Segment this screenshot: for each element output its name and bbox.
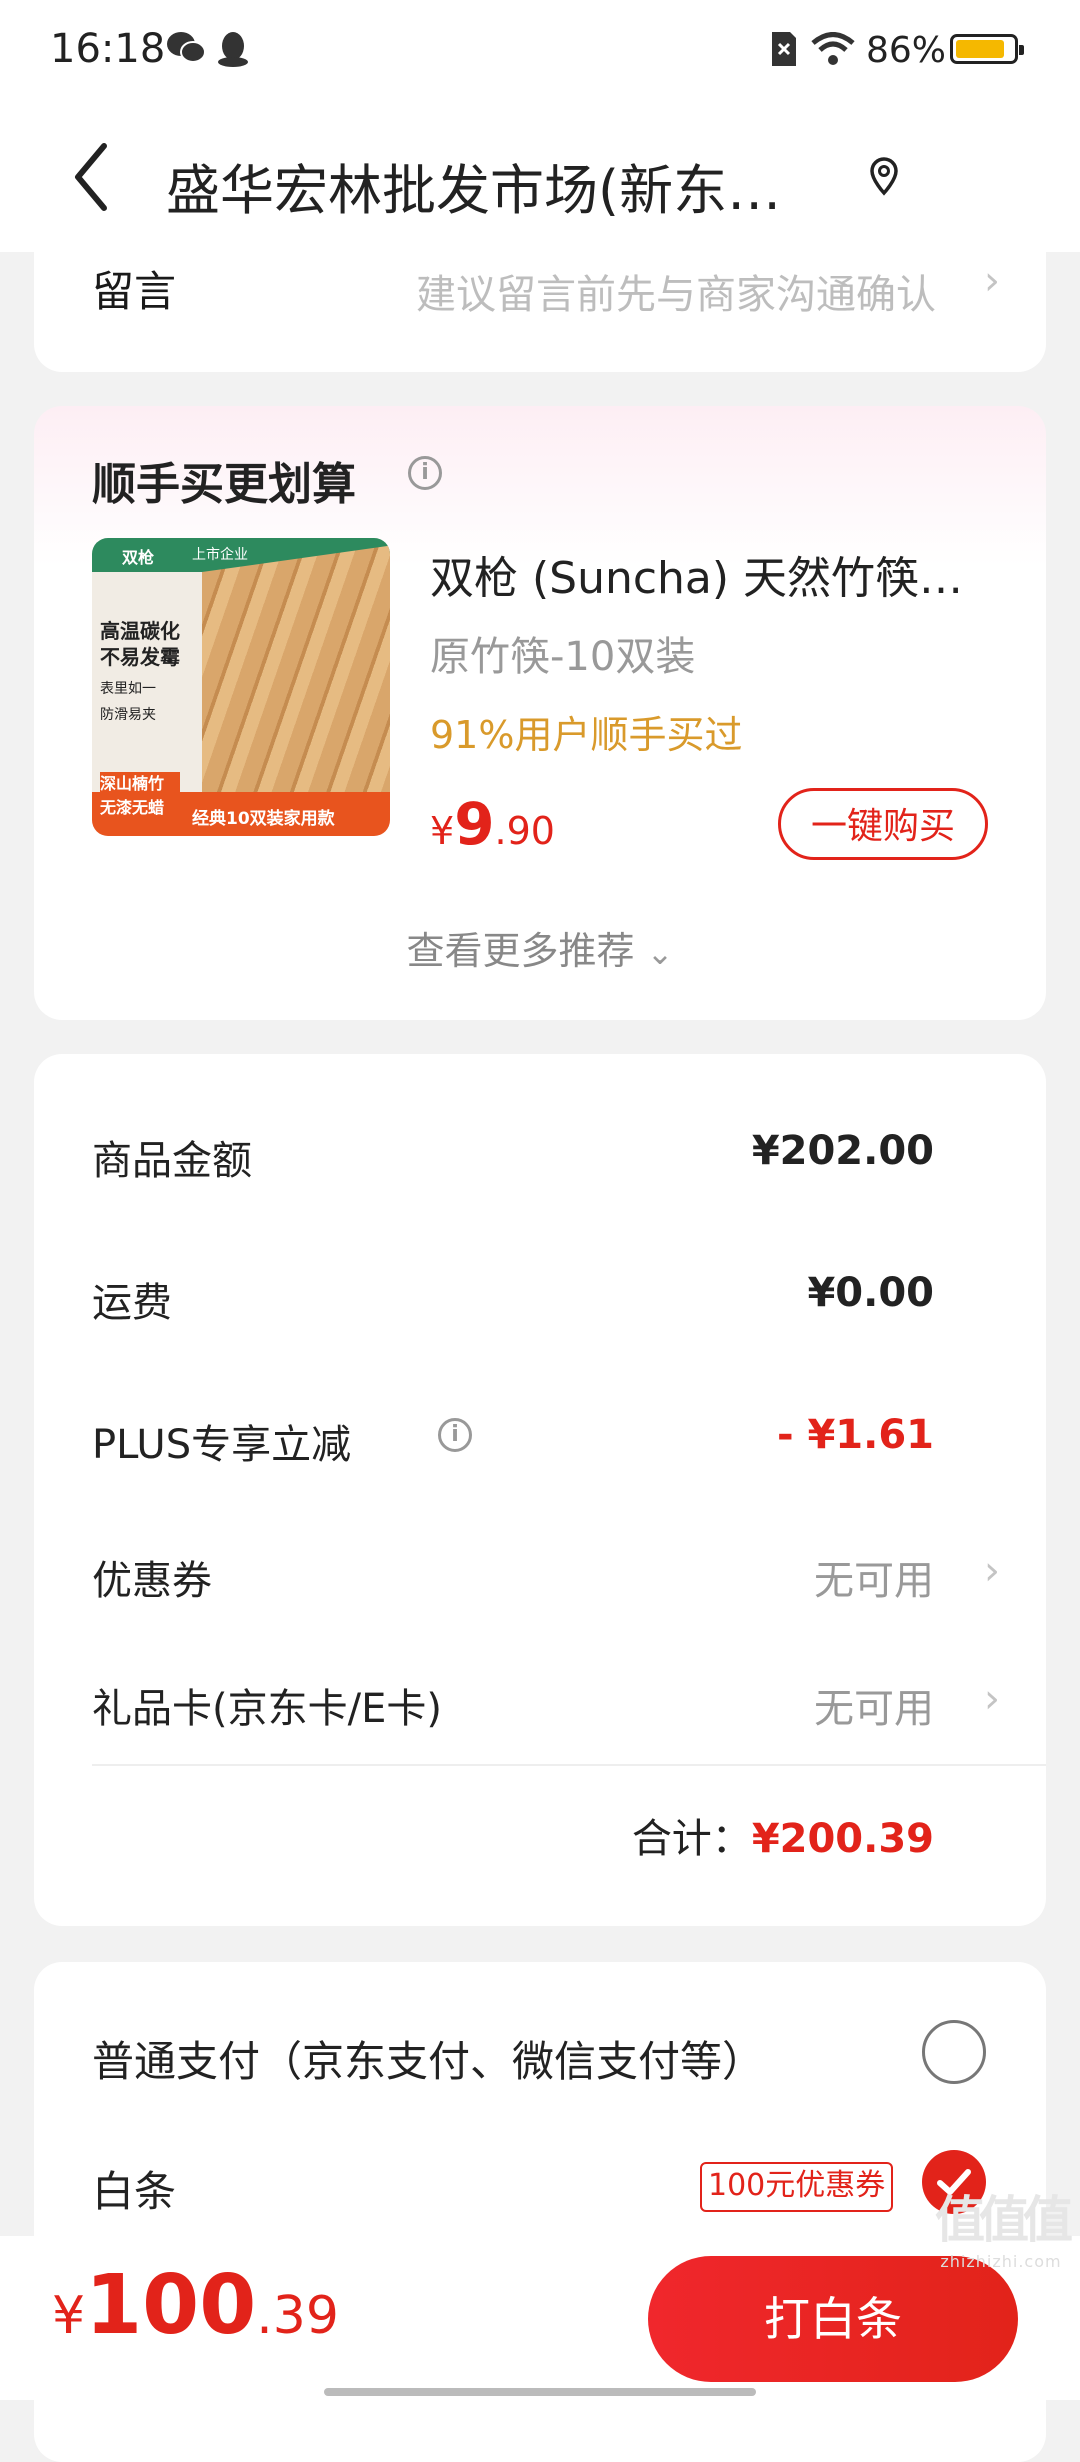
final-price-dec: .39 — [256, 2286, 339, 2346]
fee-value: 无可用 — [814, 1686, 934, 1732]
fee-label: 礼品卡(京东卡/E卡) — [92, 1686, 442, 1732]
watermark-main: 值值值 — [935, 2191, 1073, 2249]
chevron-right-icon: › — [984, 1548, 1000, 1594]
fee-row-goods: 商品金额 ¥202.00 — [92, 1128, 934, 1188]
fee-card: 商品金额 ¥202.00 运费 ¥0.00 PLUS专享立减 i - ¥1.61… — [34, 1054, 1046, 1926]
image-badge2: 无漆无蜡 — [100, 798, 165, 817]
product-social-proof: 91%用户顺手买过 — [430, 713, 743, 757]
location-icon[interactable] — [868, 156, 900, 200]
watermark-sub: zhizhizhi.com — [940, 2252, 1062, 2271]
image-line1: 高温碳化 — [100, 619, 180, 643]
note-hint[interactable]: 建议留言前先与商家沟通确认 — [416, 262, 936, 320]
payment-option-baitiao[interactable]: 白条 — [92, 2158, 176, 2219]
fee-row-plus: PLUS专享立减 i - ¥1.61 — [92, 1412, 934, 1472]
qq-icon — [216, 30, 250, 72]
chevron-right-icon: › — [984, 258, 1000, 304]
fee-label: 运费 — [92, 1280, 172, 1326]
fee-row-coupon[interactable]: 优惠券 无可用 — [92, 1548, 934, 1608]
fee-value: 无可用 — [814, 1558, 934, 1604]
product-image[interactable]: 双枪 上市企业 高温碳化 不易发霉 表里如一 防滑易夹 经典10双装家用款 深山… — [92, 538, 390, 836]
image-line4: 防滑易夹 — [100, 707, 156, 723]
recommend-title: 顺手买更划算 — [92, 459, 356, 510]
wifi-icon — [810, 32, 856, 70]
image-line3: 表里如一 — [100, 681, 156, 697]
fee-label: 商品金额 — [92, 1138, 252, 1184]
final-price-currency: ¥ — [52, 2286, 86, 2346]
fee-label: PLUS专享立减 — [92, 1422, 352, 1468]
divider — [92, 1764, 1046, 1766]
status-time: 16:18 — [50, 26, 166, 72]
payment-option-normal[interactable]: 普通支付（京东支付、微信支付等） — [92, 2028, 764, 2089]
chevron-down-icon: ⌄ — [646, 934, 674, 972]
note-card[interactable]: 留言 建议留言前先与商家沟通确认 › — [34, 230, 1046, 372]
product-price-currency: ¥ — [430, 809, 455, 853]
chopsticks-illustration — [202, 543, 390, 823]
product-spec: 原竹筷-10双装 — [430, 634, 696, 680]
total: 合计：¥200.39 — [632, 1806, 934, 1864]
total-label: 合计： — [631, 1816, 752, 1862]
info-icon[interactable]: i — [438, 1418, 472, 1452]
total-value: ¥200.39 — [751, 1816, 934, 1862]
bottom-bar: ¥100.39 打白条 — [0, 2236, 1080, 2400]
final-price-int: 100 — [85, 2258, 257, 2353]
wechat-icon — [166, 30, 206, 70]
fee-value: ¥0.00 — [807, 1270, 934, 1316]
payment-radio-normal[interactable] — [922, 2020, 986, 2084]
chevron-right-icon: › — [984, 1676, 1000, 1722]
fee-value: ¥202.00 — [751, 1128, 934, 1174]
recommend-card: 顺手买更划算 i 双枪 上市企业 高温碳化 不易发霉 表里如一 防滑易夹 经典1… — [34, 406, 1046, 1020]
home-indicator[interactable] — [324, 2388, 756, 2396]
pay-baitiao-button[interactable]: 打白条 — [648, 2256, 1018, 2382]
battery-icon — [950, 34, 1024, 64]
status-bar: 16:18 86% — [0, 0, 1080, 100]
product-corp: 上市企业 — [192, 547, 248, 563]
product-price: ¥9.90 — [430, 790, 555, 858]
coupon-tag: 100元优惠券 — [700, 2162, 894, 2212]
image-badge1: 深山楠竹 — [100, 774, 165, 793]
final-price: ¥100.39 — [52, 2258, 339, 2353]
battery-percent: 86% — [866, 30, 947, 71]
image-footer-text: 经典10双装家用款 — [192, 809, 335, 829]
fee-row-shipping: 运费 ¥0.00 — [92, 1270, 934, 1330]
fee-value: - ¥1.61 — [776, 1412, 934, 1458]
store-title[interactable]: 盛华宏林批发市场(新东… — [166, 146, 846, 225]
watermark: 值值值 zhizhizhi.com — [926, 2180, 1076, 2271]
product-image-text: 高温碳化 不易发霉 表里如一 防滑易夹 — [100, 618, 180, 728]
fee-row-giftcard[interactable]: 礼品卡(京东卡/E卡) 无可用 — [92, 1676, 934, 1736]
fee-label: 优惠券 — [92, 1558, 212, 1604]
product-name[interactable]: 双枪 (Suncha) 天然竹筷… — [430, 542, 990, 606]
note-label: 留言 — [92, 267, 177, 316]
more-recommend-link[interactable]: 查看更多推荐 ⌄ — [34, 920, 1046, 975]
one-click-buy-button[interactable]: 一键购买 — [778, 788, 988, 860]
image-line2: 不易发霉 — [100, 645, 180, 669]
info-icon[interactable]: i — [408, 456, 442, 490]
sim-icon — [770, 30, 798, 72]
product-image-badge: 深山楠竹 无漆无蜡 — [100, 772, 180, 828]
back-icon[interactable] — [64, 138, 120, 216]
product-price-dec: .90 — [494, 809, 555, 853]
product-brand: 双枪 — [122, 548, 155, 567]
product-price-int: 9 — [454, 790, 495, 858]
more-recommend-label: 查看更多推荐 — [406, 929, 635, 973]
